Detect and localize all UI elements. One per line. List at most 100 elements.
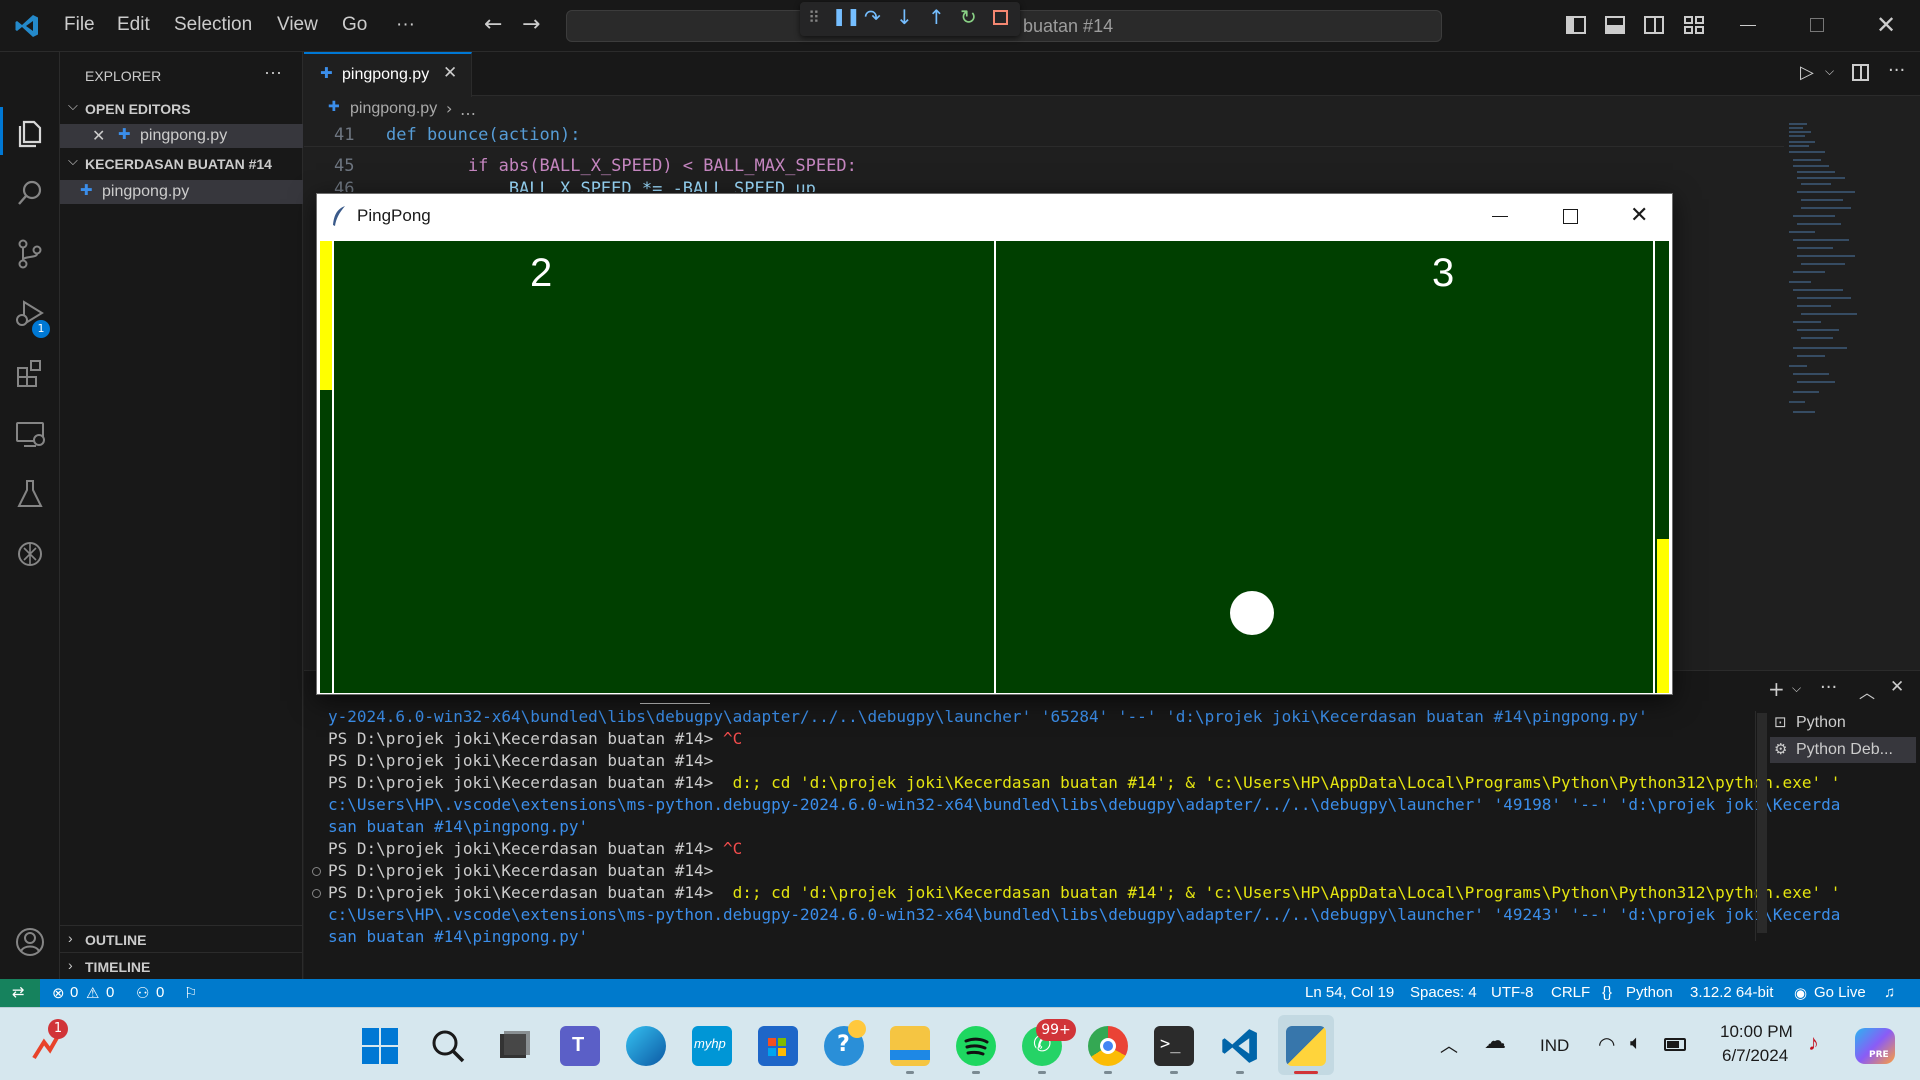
warning-icon[interactable]: ⚠ bbox=[86, 984, 99, 1002]
pause-icon[interactable]: ❚❚ bbox=[832, 7, 861, 27]
error-count[interactable]: 0 bbox=[70, 984, 78, 1001]
explorer-icon[interactable] bbox=[12, 116, 48, 152]
testing-icon[interactable] bbox=[12, 476, 48, 512]
accounts-icon[interactable] bbox=[12, 924, 48, 960]
spotify-icon[interactable] bbox=[956, 1026, 996, 1066]
battery-icon[interactable] bbox=[1664, 1038, 1686, 1051]
close-icon[interactable]: ✕ bbox=[1630, 203, 1648, 228]
split-editor-icon[interactable] bbox=[1852, 64, 1869, 81]
sash[interactable] bbox=[640, 703, 710, 704]
file-tree-item[interactable]: ✚ pingpong.py bbox=[60, 180, 303, 204]
code-view[interactable]: 41 def bounce(action): 45 if abs(BALL_X_… bbox=[304, 122, 1784, 192]
explorer-more-icon[interactable]: ··· bbox=[264, 62, 282, 83]
clock-date[interactable]: 6/7/2024 bbox=[1722, 1046, 1788, 1066]
close-panel-icon[interactable]: ✕ bbox=[1890, 677, 1904, 697]
chrome-icon[interactable] bbox=[1088, 1026, 1128, 1066]
terminal-output[interactable]: y-2024.6.0-win32-x64\bundled\libs\debugp… bbox=[304, 707, 1840, 967]
command-decoration-icon[interactable] bbox=[312, 867, 321, 876]
error-icon[interactable]: ⊗ bbox=[52, 984, 65, 1002]
open-editor-item[interactable]: ✕ ✚ pingpong.py bbox=[60, 124, 303, 148]
menu-go[interactable]: Go bbox=[342, 14, 367, 36]
panel-more-icon[interactable]: ··· bbox=[1820, 677, 1837, 698]
search-icon[interactable] bbox=[12, 176, 48, 212]
notifications-bell-icon[interactable]: ♫ bbox=[1884, 984, 1895, 1001]
folder-header[interactable]: KECERDASAN BUATAN #14 bbox=[85, 156, 272, 172]
step-out-icon[interactable]: ↑ bbox=[928, 5, 945, 29]
menu-view[interactable]: View bbox=[277, 14, 318, 36]
teams-icon[interactable]: T bbox=[560, 1026, 600, 1066]
source-control-icon[interactable] bbox=[12, 236, 48, 272]
terminal-session-debug[interactable]: ⚙ Python Deb... bbox=[1770, 737, 1916, 763]
myhp-icon[interactable]: myhp bbox=[692, 1026, 732, 1066]
new-terminal-icon[interactable]: + bbox=[1768, 677, 1785, 701]
notification-bell-icon[interactable]: ♪ bbox=[1808, 1030, 1819, 1056]
chevron-right-icon[interactable]: › bbox=[68, 957, 73, 973]
menu-edit[interactable]: Edit bbox=[117, 14, 150, 36]
show-hidden-icons-chevron-icon[interactable]: ︿ bbox=[1440, 1032, 1458, 1058]
volume-icon[interactable]: 🔈︎ bbox=[1630, 1032, 1642, 1055]
chevron-right-icon[interactable]: › bbox=[68, 930, 73, 946]
chatgpt-icon[interactable] bbox=[12, 536, 48, 572]
tab-pingpong[interactable]: ✚ pingpong.py ✕ bbox=[304, 52, 472, 97]
editor-more-icon[interactable]: ··· bbox=[1888, 60, 1905, 81]
edge-icon[interactable] bbox=[626, 1026, 666, 1066]
ports-icon[interactable]: ⚇ bbox=[136, 984, 149, 1002]
encoding[interactable]: UTF-8 bbox=[1491, 984, 1534, 1001]
terminal-session-python[interactable]: ⊡ Python bbox=[1770, 711, 1916, 735]
close-editor-icon[interactable]: ✕ bbox=[92, 126, 105, 146]
vscode-taskbar-icon[interactable] bbox=[1220, 1026, 1260, 1066]
minimap[interactable] bbox=[1785, 120, 1905, 440]
chevron-down-icon[interactable]: ⌵ bbox=[1825, 64, 1834, 79]
search-icon[interactable] bbox=[428, 1026, 468, 1066]
task-view-icon[interactable] bbox=[494, 1026, 534, 1066]
step-into-icon[interactable]: ↓ bbox=[896, 5, 913, 29]
chevron-down-icon[interactable]: ⌵ bbox=[1792, 681, 1801, 696]
step-over-icon[interactable]: ↷ bbox=[864, 5, 881, 29]
python-app-icon[interactable] bbox=[1286, 1026, 1326, 1066]
forward-arrow-icon[interactable]: → bbox=[522, 12, 540, 37]
maximize-panel-icon[interactable]: ︿ bbox=[1859, 679, 1875, 703]
start-windows-icon[interactable] bbox=[360, 1026, 400, 1066]
indentation[interactable]: Spaces: 4 bbox=[1410, 984, 1477, 1001]
open-editors-header[interactable]: OPEN EDITORS bbox=[85, 101, 191, 117]
line-ending[interactable]: CRLF bbox=[1551, 984, 1590, 1001]
file-explorer-icon[interactable] bbox=[890, 1026, 930, 1066]
menu-selection[interactable]: Selection bbox=[174, 14, 252, 36]
drag-handle-icon[interactable]: ⠿ bbox=[808, 8, 820, 27]
get-help-icon[interactable]: ? bbox=[824, 1020, 866, 1066]
python-interpreter[interactable]: 3.12.2 64-bit bbox=[1690, 984, 1773, 1001]
chevron-down-icon[interactable]: ⌵ bbox=[68, 153, 78, 169]
tab-close-icon[interactable]: ✕ bbox=[443, 63, 457, 83]
store-icon[interactable] bbox=[758, 1026, 798, 1066]
cursor-position[interactable]: Ln 54, Col 19 bbox=[1305, 984, 1394, 1001]
toggle-secondary-sidebar-icon[interactable] bbox=[1644, 16, 1664, 34]
clock-time[interactable]: 10:00 PM bbox=[1720, 1022, 1793, 1042]
terminal-app-icon[interactable]: >_ bbox=[1154, 1026, 1194, 1066]
input-language[interactable]: IND bbox=[1540, 1036, 1569, 1056]
golive-icon[interactable]: ◉ bbox=[1794, 984, 1807, 1002]
toggle-sidebar-icon[interactable] bbox=[1566, 16, 1586, 34]
extensions-icon[interactable] bbox=[12, 356, 48, 392]
breadcrumb-rest[interactable]: … bbox=[460, 100, 476, 119]
language-braces-icon[interactable]: {} bbox=[1602, 984, 1612, 1001]
stop-icon[interactable] bbox=[993, 10, 1008, 25]
run-python-icon[interactable]: ▷ bbox=[1800, 62, 1814, 83]
menu-more[interactable]: ··· bbox=[396, 14, 415, 36]
command-decoration-icon[interactable] bbox=[312, 889, 321, 898]
language-mode[interactable]: Python bbox=[1626, 984, 1673, 1001]
close-window-icon[interactable]: ✕ bbox=[1876, 11, 1896, 39]
chevron-down-icon[interactable]: ⌵ bbox=[68, 98, 78, 114]
game-canvas[interactable]: 2 3 bbox=[320, 241, 1669, 693]
customize-layout-icon[interactable] bbox=[1684, 16, 1704, 34]
restore-icon[interactable] bbox=[1810, 18, 1824, 32]
breadcrumb-file[interactable]: pingpong.py bbox=[350, 100, 437, 118]
restart-icon[interactable]: ↻ bbox=[960, 5, 977, 29]
warning-count[interactable]: 0 bbox=[106, 984, 114, 1001]
minimize-icon[interactable] bbox=[1740, 25, 1756, 26]
timeline-header[interactable]: TIMELINE bbox=[85, 959, 150, 975]
debug-launch-icon[interactable]: ⚐ bbox=[184, 984, 197, 1002]
back-arrow-icon[interactable]: ← bbox=[484, 12, 502, 37]
maximize-icon[interactable] bbox=[1563, 209, 1578, 224]
pingpong-titlebar[interactable]: PingPong ✕ bbox=[317, 194, 1672, 240]
remote-indicator[interactable]: ⇄ bbox=[0, 979, 40, 1007]
